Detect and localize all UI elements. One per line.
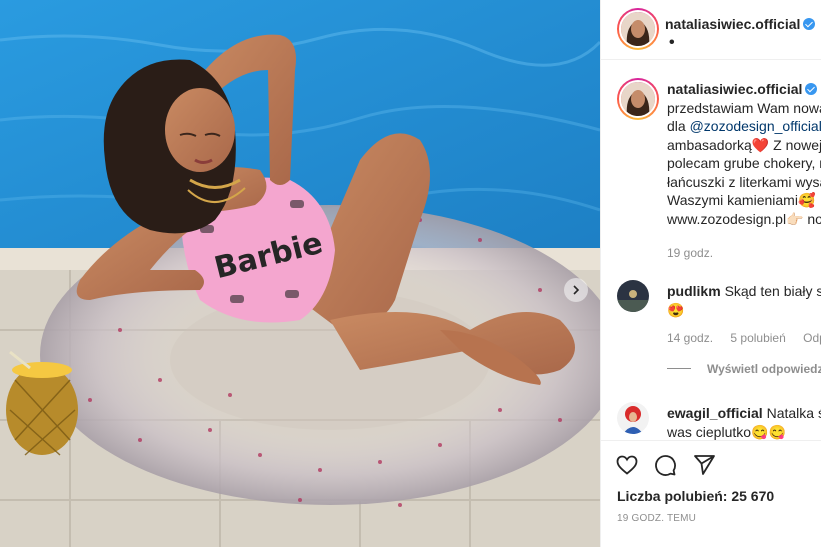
post-actions: Liczba polubień: 25 670 19 GODZ. TEMU <box>601 440 821 547</box>
caption-line: www.zozodesign.pl👉🏻 now <box>667 210 821 227</box>
carousel-next-button[interactable] <box>564 278 588 302</box>
comment-body: Skąd ten biały st <box>724 283 821 299</box>
share-icon[interactable] <box>692 453 716 477</box>
comment-icon[interactable] <box>653 453 677 477</box>
commenter-avatar[interactable] <box>617 402 649 434</box>
comment-body: Natalka śc <box>766 405 821 421</box>
post-side-panel: nataliasiwiec.official • nataliasiwiec.of… <box>600 0 821 547</box>
post-image: Barbie <box>0 0 600 547</box>
comment-emoji: 😍 <box>667 301 685 318</box>
comment-reply-button[interactable]: Odpo <box>803 331 821 345</box>
caption-time[interactable]: 19 godz. <box>667 244 821 263</box>
post-timestamp[interactable]: 19 GODZ. TEMU <box>617 513 696 524</box>
author-avatar-image <box>621 12 655 46</box>
likes-count[interactable]: Liczba polubień: 25 670 <box>617 488 774 504</box>
comment-text: pudlikm Skąd ten biały st 😍 <box>667 282 821 319</box>
replies-divider <box>667 368 691 369</box>
author-avatar[interactable] <box>617 8 659 50</box>
heart-icon[interactable] <box>615 453 639 477</box>
commenter-avatar[interactable] <box>617 280 649 312</box>
author-username[interactable]: nataliasiwiec.official <box>665 16 800 32</box>
caption-line: łańcuszki z literkami wysa <box>667 173 821 190</box>
comment-meta: 14 godz. 5 polubień Odpo <box>667 331 821 345</box>
author-name-row: nataliasiwiec.official • <box>665 16 821 52</box>
comment-likes[interactable]: 5 polubień <box>730 331 785 345</box>
commenter-avatar-image <box>617 280 649 312</box>
comment-text: ewagil_official Natalka śc was cieplutko… <box>667 404 821 441</box>
comment-username[interactable]: ewagil_official <box>667 405 763 421</box>
caption-username[interactable]: nataliasiwiec.official <box>667 81 802 97</box>
chevron-right-icon <box>573 285 580 295</box>
action-icons-row <box>615 453 726 482</box>
caption-line: dla <box>667 118 690 134</box>
post-photo[interactable]: Barbie <box>0 0 600 547</box>
header-separator: • <box>669 34 675 51</box>
comment-body-line2: was cieplutko😋😋 <box>667 423 786 440</box>
verified-badge-icon <box>803 18 816 30</box>
view-replies-label: Wyświetl odpowiedzi <box>707 362 821 376</box>
caption-mention-link[interactable]: @zozodesign_official <box>690 118 821 134</box>
caption-line: ambasadorką❤️ Z nowej <box>667 136 821 153</box>
caption-avatar-image <box>621 82 655 116</box>
commenter-avatar-image <box>617 402 649 434</box>
caption-line: polecam grube chokery, n <box>667 155 821 171</box>
caption-line: Waszymi kamieniami🥰 <box>667 192 816 208</box>
caption-avatar[interactable] <box>617 78 659 120</box>
comment-username[interactable]: pudlikm <box>667 283 721 299</box>
post-header: nataliasiwiec.official • <box>601 0 821 60</box>
caption-line: przedstawiam Wam nową <box>667 99 821 116</box>
caption-text: nataliasiwiec.official K przedstawiam Wa… <box>667 80 821 263</box>
verified-badge-icon <box>805 83 818 95</box>
view-replies-button[interactable]: Wyświetl odpowiedzi <box>667 362 821 376</box>
comment-time[interactable]: 14 godz. <box>667 331 713 345</box>
